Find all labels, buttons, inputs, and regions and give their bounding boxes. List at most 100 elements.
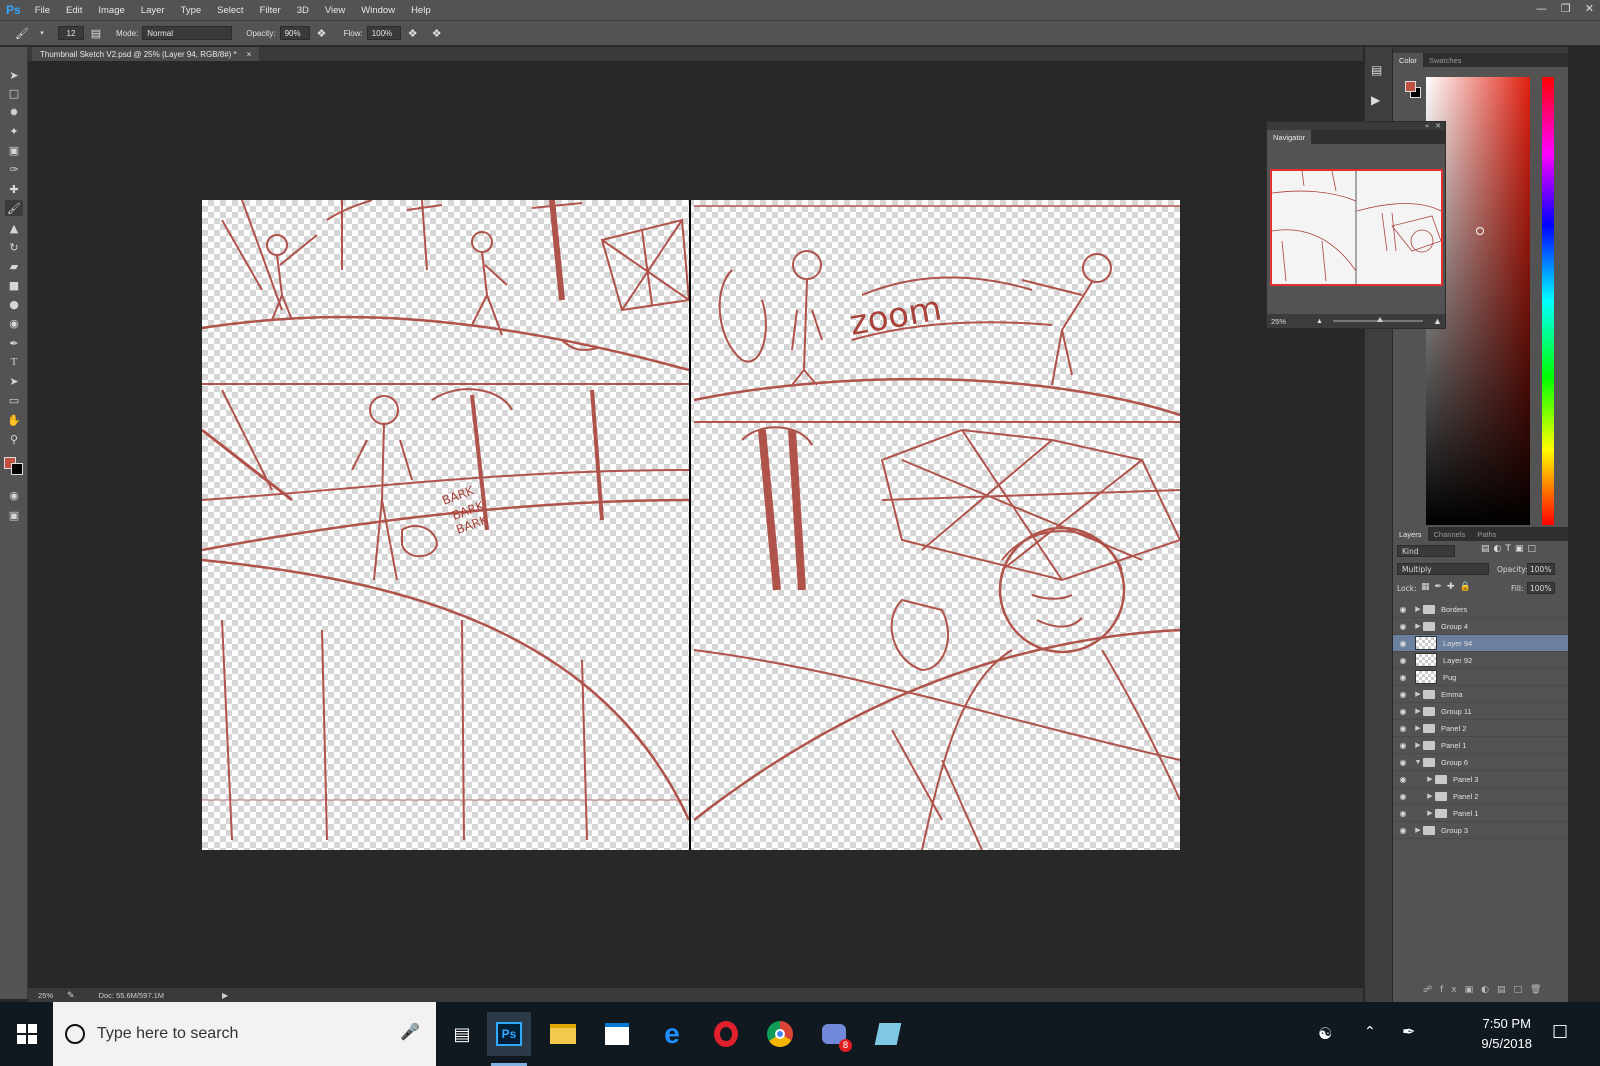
navigator-zoom-slider[interactable] — [1332, 317, 1423, 322]
menu-file[interactable]: File — [35, 5, 50, 16]
navigator-titlebar[interactable]: « ✕ — [1267, 122, 1445, 130]
quick-mask-icon[interactable]: ◉ — [5, 487, 23, 503]
history-brush-tool-icon[interactable]: ↻ — [5, 239, 23, 255]
document-canvas[interactable]: zoom BARK BARK BARK — [202, 200, 1180, 850]
eraser-tool-icon[interactable]: ▰ — [5, 258, 23, 274]
pen-workspace-icon[interactable]: ✒ — [1402, 1022, 1415, 1041]
visibility-eye-icon[interactable]: ◉ — [1393, 707, 1413, 716]
menu-view[interactable]: View — [325, 5, 345, 16]
hand-tool-icon[interactable]: ✋ — [5, 412, 23, 428]
zoom-in-icon[interactable]: ▲ — [1433, 316, 1442, 326]
brush-tool-preset-icon[interactable]: 🖌 — [14, 25, 30, 41]
collapsed-arrow-icon[interactable]: ▶ — [1425, 775, 1435, 783]
pen-tool-icon[interactable]: ✒ — [5, 335, 23, 351]
discord-icon[interactable]: 8 — [812, 1012, 856, 1056]
collapsed-arrow-icon[interactable]: ▶ — [1413, 724, 1423, 732]
navigator-zoom-value[interactable]: 25% — [1271, 317, 1286, 326]
collapsed-arrow-icon[interactable]: ▶ — [1413, 605, 1423, 613]
fill-input[interactable]: 100% — [1527, 582, 1555, 594]
taskbar-clock[interactable]: 7:50 PM 9/5/2018 — [1481, 1014, 1532, 1054]
layer-opacity-input[interactable]: 100% — [1527, 563, 1555, 575]
navigator-preview[interactable] — [1270, 169, 1443, 286]
collapsed-arrow-icon[interactable]: ▶ — [1413, 690, 1423, 698]
file-explorer-icon[interactable] — [541, 1012, 585, 1056]
layer-footer-icons[interactable]: ☍fx▣◐▤□🗑 — [1423, 985, 1549, 995]
collapse-icon[interactable]: « — [1425, 122, 1429, 130]
visibility-eye-icon[interactable]: ◉ — [1393, 622, 1413, 631]
lasso-tool-icon[interactable]: ✹ — [5, 104, 23, 120]
opacity-input[interactable]: 90% — [279, 26, 310, 40]
airbrush-icon[interactable]: ❖ — [405, 25, 421, 41]
tab-layers[interactable]: Layers — [1393, 527, 1428, 541]
visibility-eye-icon[interactable]: ◉ — [1393, 758, 1413, 767]
layer-group-row[interactable]: ◉ ▶ Panel 2 — [1393, 720, 1568, 737]
layer-group-row[interactable]: ◉ ▶ Emma — [1393, 686, 1568, 703]
visibility-eye-icon[interactable]: ◉ — [1393, 673, 1413, 682]
crop-tool-icon[interactable]: ▣ — [5, 142, 23, 158]
taskbar-search-box[interactable]: Type here to search 🎤 — [53, 1002, 436, 1066]
tab-channels[interactable]: Channels — [1428, 527, 1472, 541]
fg-color-chip[interactable] — [1405, 81, 1416, 92]
menu-type[interactable]: Type — [181, 5, 202, 16]
restore-icon[interactable]: ❐ — [1561, 2, 1571, 15]
tab-navigator[interactable]: Navigator — [1267, 130, 1312, 144]
collapsed-arrow-icon[interactable]: ▶ — [1413, 707, 1423, 715]
navigator-close-icon[interactable]: ✕ — [1435, 122, 1441, 130]
visibility-eye-icon[interactable]: ◉ — [1393, 826, 1413, 835]
tab-swatches[interactable]: Swatches — [1423, 53, 1468, 67]
collapsed-arrow-icon[interactable]: ▶ — [1413, 622, 1423, 630]
visibility-eye-icon[interactable]: ◉ — [1393, 639, 1413, 648]
marquee-tool-icon[interactable]: □ — [5, 85, 23, 101]
opacity-pressure-icon[interactable]: ❖ — [314, 25, 330, 41]
blend-mode-select[interactable]: Multiply — [1397, 563, 1489, 575]
layer-row[interactable]: ◉ Layer 94 — [1393, 635, 1568, 652]
move-tool-icon[interactable]: ➤ — [5, 67, 23, 83]
layer-group-row[interactable]: ◉ ▶ Panel 1 — [1393, 737, 1568, 754]
layer-group-row[interactable]: ◉ ▶ Borders — [1393, 601, 1568, 618]
tab-paths[interactable]: Paths — [1471, 527, 1502, 541]
people-icon[interactable]: ☯ — [1318, 1024, 1332, 1043]
layer-group-row[interactable]: ◉ ▼ Group 6 — [1393, 754, 1568, 771]
opera-browser-icon[interactable] — [704, 1012, 748, 1056]
visibility-eye-icon[interactable]: ◉ — [1393, 792, 1413, 801]
close-tab-icon[interactable]: × — [247, 50, 252, 59]
visibility-eye-icon[interactable]: ◉ — [1393, 809, 1413, 818]
chrome-browser-icon[interactable] — [758, 1012, 802, 1056]
magic-wand-tool-icon[interactable]: ✦ — [5, 123, 23, 139]
show-hidden-icons-chevron-icon[interactable]: ⌃ — [1364, 1024, 1376, 1040]
menu-window[interactable]: Window — [361, 5, 395, 16]
rectangle-tool-icon[interactable]: ▭ — [5, 392, 23, 408]
visibility-eye-icon[interactable]: ◉ — [1393, 605, 1413, 614]
taskbar-photoshop-icon[interactable]: Ps — [487, 1012, 531, 1066]
expanded-arrow-icon[interactable]: ▼ — [1413, 759, 1423, 766]
healing-brush-tool-icon[interactable]: ✚ — [5, 181, 23, 197]
collapsed-arrow-icon[interactable]: ▶ — [1425, 792, 1435, 800]
brush-tool-icon[interactable]: 🖌 — [5, 200, 23, 216]
status-zoom[interactable]: 25% — [38, 991, 53, 1000]
menu-help[interactable]: Help — [411, 5, 431, 16]
filter-icons[interactable]: ▤◐T▣□ — [1481, 544, 1540, 554]
tab-color[interactable]: Color — [1393, 53, 1423, 67]
layer-row[interactable]: ◉ Pug — [1393, 669, 1568, 686]
lock-icons[interactable]: ▦✒✚🔒 — [1421, 582, 1476, 592]
blur-tool-icon[interactable]: ● — [5, 296, 23, 312]
size-pressure-icon[interactable]: ❖ — [429, 25, 445, 41]
eyedropper-tool-icon[interactable]: ✑ — [5, 161, 23, 177]
zoom-slider-thumb[interactable] — [1376, 317, 1383, 322]
minimize-icon[interactable]: — — [1536, 2, 1547, 15]
layer-group-row[interactable]: ◉ ▶ Group 4 — [1393, 618, 1568, 635]
visibility-eye-icon[interactable]: ◉ — [1393, 690, 1413, 699]
cortana-icon[interactable] — [65, 1024, 85, 1044]
windows-start-icon[interactable] — [17, 1024, 37, 1044]
path-selection-tool-icon[interactable]: ➤ — [5, 373, 23, 389]
action-center-icon[interactable]: ☐ — [1552, 1022, 1568, 1043]
dodge-tool-icon[interactable]: ◉ — [5, 315, 23, 331]
export-icon[interactable]: ✎ — [67, 990, 75, 1001]
visibility-eye-icon[interactable]: ◉ — [1393, 656, 1413, 665]
collapsed-arrow-icon[interactable]: ▶ — [1425, 809, 1435, 817]
collapsed-arrow-icon[interactable]: ▶ — [1413, 741, 1423, 749]
preset-dropdown-icon[interactable]: ▾ — [38, 25, 46, 41]
screen-mode-icon[interactable]: ▣ — [5, 507, 23, 523]
menu-select[interactable]: Select — [217, 5, 243, 16]
edge-browser-icon[interactable]: e — [650, 1012, 694, 1056]
